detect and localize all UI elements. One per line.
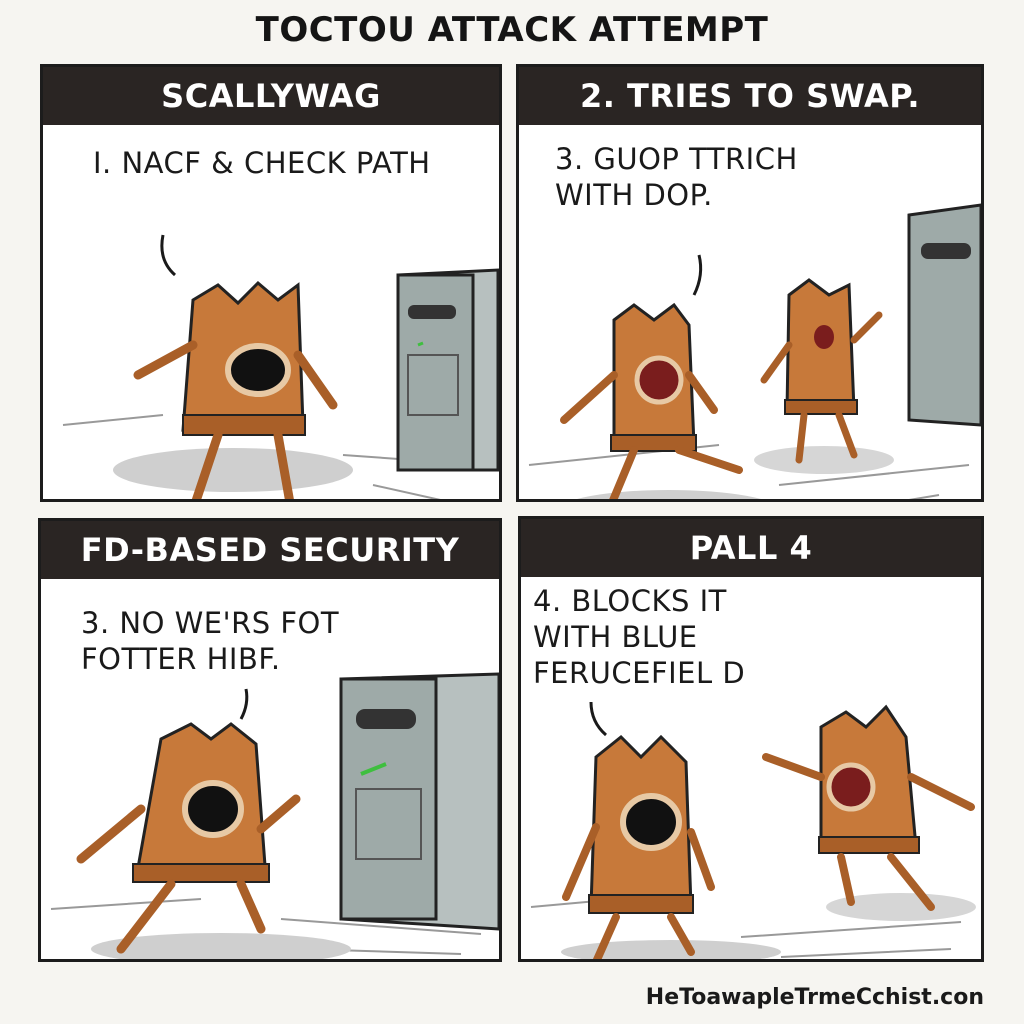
panel-2-scene: 3. GUOP TTRICH WITH DOP. bbox=[519, 125, 981, 499]
swapped-character bbox=[760, 278, 883, 464]
panel-3-scene: 3. NO WE'RS FOT FOTTER HIBF. bbox=[41, 579, 499, 959]
panel-1-header: SCALLYWAG bbox=[43, 67, 499, 125]
panel-2-header: 2. TRIES TO SWAP. bbox=[519, 67, 981, 125]
panel-1-scene: I. NACF & CHECK PATH bbox=[43, 125, 499, 499]
comic-panel-3: FD-BASED SECURITY 3. NO WE'RS FOT FOTTER… bbox=[38, 518, 502, 962]
comic-panel-2: 2. TRIES TO SWAP. 3. GUOP TTRICH WITH DO… bbox=[516, 64, 984, 502]
artist-signature: HeToawapleTrmeCchist.con bbox=[645, 985, 984, 1010]
scallywag-character bbox=[560, 302, 743, 499]
panel-1-art bbox=[62, 234, 499, 499]
page-title: TOCTOU ATTACK ATTEMPT bbox=[255, 10, 769, 50]
panel-3-header: FD-BASED SECURITY bbox=[41, 521, 499, 579]
panel-4-art bbox=[530, 701, 976, 959]
defender-character bbox=[562, 734, 715, 959]
server-tower-icon bbox=[907, 203, 981, 427]
panel-4-header: PALL 4 bbox=[521, 519, 981, 577]
server-tower-icon bbox=[396, 268, 499, 472]
server-tower-icon bbox=[339, 672, 499, 931]
panel-3-art bbox=[50, 672, 499, 959]
panel-4-scene: 4. BLOCKS IT WITH BLUE FERUCEFIEL D bbox=[521, 577, 981, 959]
scallywag-character bbox=[762, 704, 975, 911]
panel-2-art bbox=[528, 203, 981, 499]
comic-panel-4: PALL 4 4. BLOCKS IT WITH BLUE FERUCEFIEL… bbox=[518, 516, 984, 962]
scallywag-character bbox=[76, 722, 301, 954]
comic-panel-1: SCALLYWAG I. NACF & CHECK PATH bbox=[40, 64, 502, 502]
character-shadow bbox=[113, 448, 353, 492]
